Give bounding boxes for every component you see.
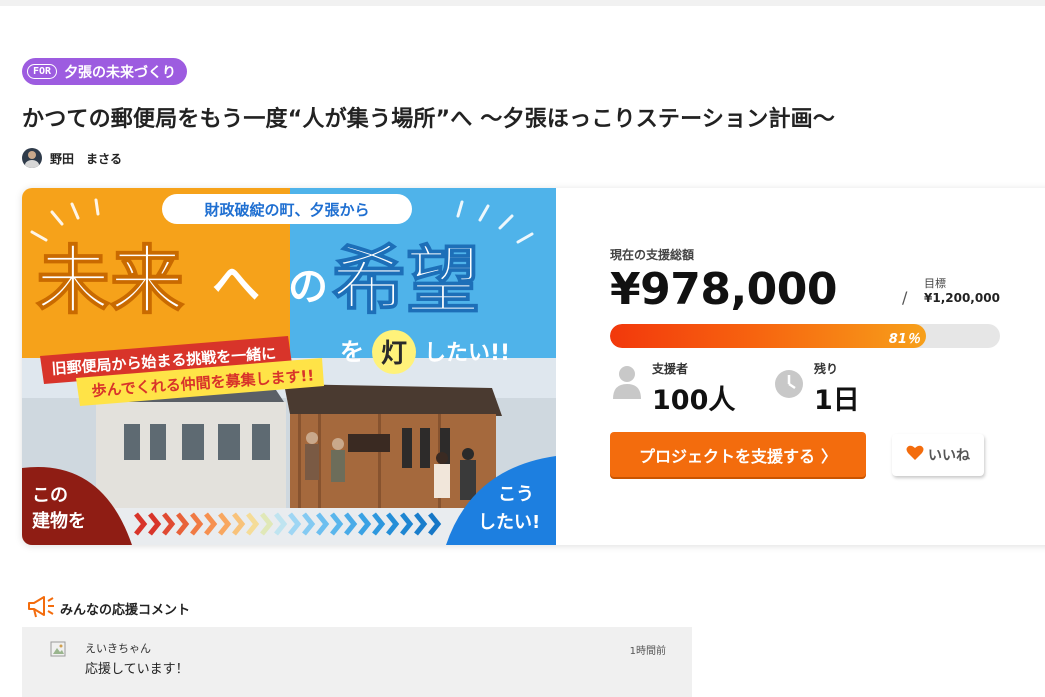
remaining-stat: 残り 1日 bbox=[774, 360, 860, 417]
progress-bar-fill: 81％ bbox=[610, 324, 926, 348]
goal-label: 目標 bbox=[924, 277, 946, 290]
top-divider bbox=[0, 0, 1045, 6]
remaining-label: 残り bbox=[814, 362, 839, 376]
megaphone-icon bbox=[26, 593, 56, 623]
comment-text: 応援しています！ bbox=[85, 662, 189, 677]
project-author[interactable]: 野田 まさる bbox=[22, 148, 122, 168]
person-icon bbox=[612, 364, 642, 400]
banner-corner-left-1: この bbox=[32, 485, 68, 506]
chevron-right-icon: 〉 bbox=[821, 448, 838, 466]
supporters-label: 支援者 bbox=[652, 362, 689, 376]
banner-sub-wo: を bbox=[340, 338, 364, 366]
like-button[interactable]: いいね bbox=[892, 434, 984, 476]
author-avatar bbox=[22, 148, 42, 168]
author-name: 野田 まさる bbox=[50, 151, 123, 166]
comments-header: みんなの応援コメント bbox=[26, 593, 190, 623]
support-button-label: プロジェクトを支援する bbox=[638, 448, 815, 466]
progress-bar: 81％ bbox=[610, 324, 1000, 348]
comment-time: 1時間前 bbox=[629, 646, 666, 657]
comment-item: えいきちゃん 1時間前 応援しています！ bbox=[22, 627, 692, 697]
supporters-value: 100人 bbox=[652, 385, 736, 416]
category-tag[interactable]: FOR 夕張の未来づくり bbox=[22, 58, 188, 85]
commenter-avatar bbox=[50, 641, 66, 657]
goal-amount: ¥1,200,000 bbox=[924, 291, 1000, 305]
clock-icon bbox=[774, 364, 804, 400]
heart-icon bbox=[906, 445, 924, 465]
banner-corner-right-2: したい! bbox=[478, 512, 540, 533]
total-label: 現在の支援総額 bbox=[610, 248, 695, 262]
remaining-value: 1日 bbox=[814, 385, 860, 416]
banner-corner-left-2: 建物を bbox=[32, 510, 86, 532]
like-button-label: いいね bbox=[928, 448, 970, 464]
banner-sub-tomosu: 灯 bbox=[381, 339, 407, 369]
banner-sub-shitai: したい!! bbox=[424, 341, 510, 366]
goal-separator: / bbox=[902, 288, 908, 307]
banner-headline-no: の bbox=[288, 264, 328, 310]
banner-headline-right: 希望 bbox=[332, 238, 480, 324]
banner-headline-he: へ bbox=[212, 256, 260, 312]
project-banner-image: 財政破綻の町、夕張から 未来 へ の 希望 を 灯 したい!! 旧郵便局から始ま… bbox=[22, 188, 556, 545]
commenter-name[interactable]: えいきちゃん bbox=[85, 640, 151, 656]
total-amount: ¥978,000 bbox=[610, 264, 838, 315]
banner-corner-right-1: こう bbox=[498, 484, 534, 505]
funding-panel: 現在の支援総額 ¥978,000 / 目標 ¥1,200,000 81％ 支援者… bbox=[610, 188, 1030, 545]
project-card: 財政破綻の町、夕張から 未来 へ の 希望 を 灯 したい!! 旧郵便局から始ま… bbox=[22, 188, 1045, 545]
comments-title: みんなの応援コメント bbox=[60, 602, 191, 618]
project-title: かつての郵便局をもう一度“人が集う場所”へ 〜夕張ほっこりステーション計画〜 bbox=[22, 107, 836, 132]
supporters-stat: 支援者 100人 bbox=[612, 360, 735, 417]
banner-top-caption: 財政破綻の町、夕張から bbox=[203, 201, 369, 219]
tag-label: 夕張の未来づくり bbox=[64, 64, 177, 81]
banner-headline-left: 未来 bbox=[36, 238, 184, 324]
tag-prefix: FOR bbox=[27, 64, 58, 79]
progress-percent: 81％ bbox=[888, 332, 920, 347]
support-project-button[interactable]: プロジェクトを支援する 〉 bbox=[610, 432, 866, 477]
